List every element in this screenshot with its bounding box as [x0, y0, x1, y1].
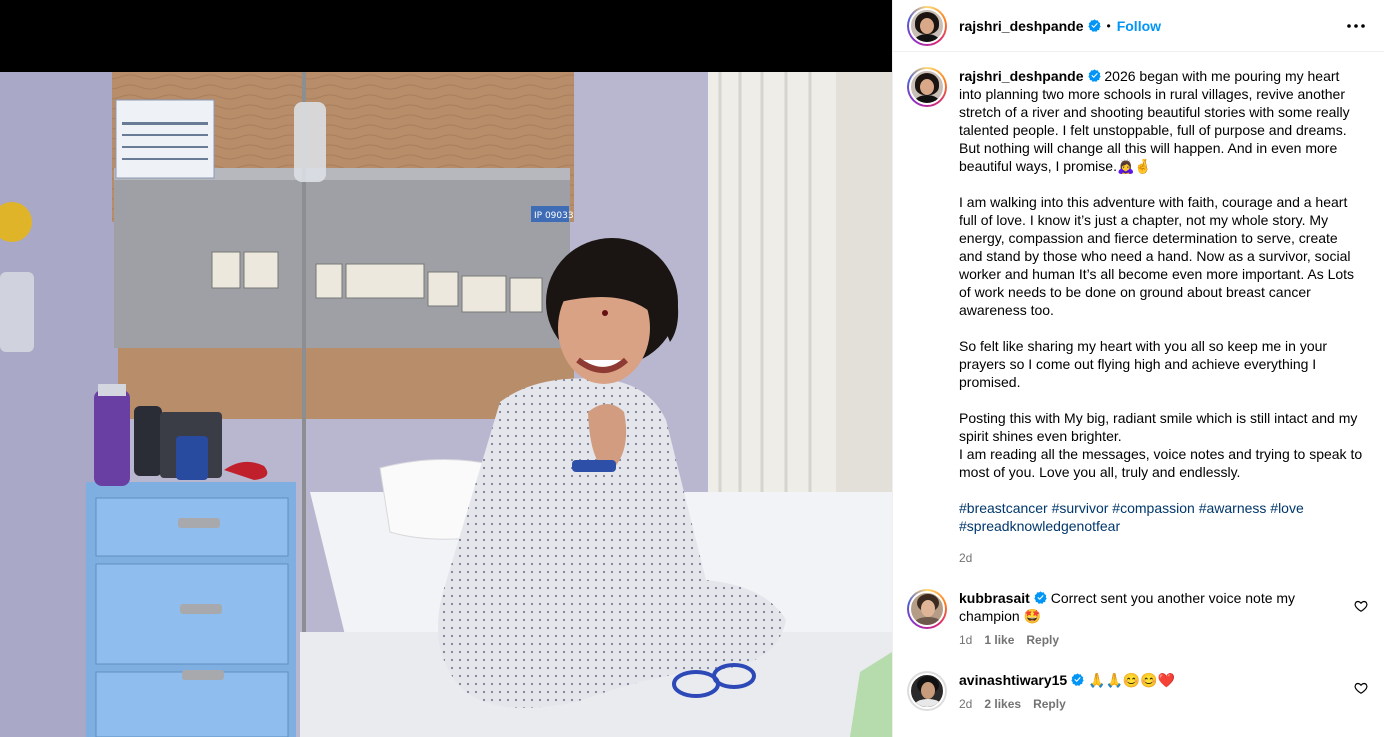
post-timestamp[interactable]: 2d [959, 549, 1363, 567]
caption-paragraph: rajshri_deshpande 2026 began with me pou… [959, 67, 1363, 175]
comment-reply-button[interactable]: Reply [1033, 695, 1066, 713]
verified-badge-icon [1071, 673, 1084, 686]
author-username[interactable]: rajshri_deshpande [959, 18, 1084, 34]
follow-button[interactable]: Follow [1117, 18, 1161, 34]
comment-likes-count[interactable]: 1 like [984, 631, 1014, 649]
hashtag-link[interactable]: #spreadknowledgenotfear [959, 518, 1120, 534]
verified-badge-icon [1087, 69, 1101, 82]
more-horizontal-icon [1347, 23, 1365, 28]
author-avatar[interactable] [907, 5, 947, 46]
comment-timestamp[interactable]: 1d [959, 631, 972, 649]
comment-timestamp[interactable]: 2d [959, 695, 972, 713]
comments-scroll-area[interactable]: rajshri_deshpande 2026 began with me pou… [893, 53, 1384, 737]
comment-reply-button[interactable]: Reply [1026, 631, 1059, 649]
post-side-panel: rajshri_deshpande • Follow rajshri_deshp… [892, 0, 1384, 737]
caption-paragraph: Posting this with My big, radiant smile … [959, 410, 1363, 480]
heart-icon[interactable] [1354, 599, 1368, 613]
caption-paragraph: So felt like sharing my heart with you a… [959, 338, 1331, 390]
room-number-sign: IP 09033 [534, 211, 574, 221]
hashtag-link[interactable]: #breastcancer [959, 500, 1048, 516]
hashtag-link[interactable]: #love [1270, 500, 1303, 516]
post-media: IP 09033 [0, 0, 892, 737]
commenter-username[interactable]: kubbrasait [959, 590, 1030, 606]
hashtag-link[interactable]: #compassion [1112, 500, 1195, 516]
post-header: rajshri_deshpande • Follow [893, 0, 1384, 52]
hashtag-link[interactable]: #awarness [1199, 500, 1267, 516]
commenter-avatar[interactable] [907, 589, 947, 629]
heart-icon[interactable] [1354, 681, 1368, 695]
post-modal: IP 09033 rajshri_deshpande • Follow rajs… [0, 0, 1384, 737]
hashtag-link[interactable]: #survivor [1052, 500, 1109, 516]
hashtag-list: #breastcancer #survivor #compassion #awa… [959, 499, 1363, 535]
caption-author-username[interactable]: rajshri_deshpande [959, 68, 1084, 84]
header-separator: • [1106, 18, 1111, 33]
commenter-avatar[interactable] [907, 671, 947, 711]
more-options-button[interactable] [1344, 14, 1368, 38]
comment-item: kubbrasait Correct sent you another voic… [907, 589, 1368, 649]
comment-item: avinashtiwary15 🙏🙏😊😊❤️ 2d 2 likes Reply [907, 671, 1368, 713]
post-photo[interactable]: IP 09033 [0, 72, 892, 737]
comment-likes-count[interactable]: 2 likes [984, 695, 1021, 713]
caption-author-avatar[interactable] [907, 67, 947, 107]
verified-badge-icon [1087, 19, 1101, 32]
commenter-username[interactable]: avinashtiwary15 [959, 672, 1067, 688]
verified-badge-icon [1034, 591, 1047, 604]
post-caption: rajshri_deshpande 2026 began with me pou… [907, 67, 1368, 567]
caption-paragraph: I am walking into this adventure with fa… [959, 194, 1358, 318]
comment-text: 🙏🙏😊😊❤️ [1088, 672, 1176, 688]
